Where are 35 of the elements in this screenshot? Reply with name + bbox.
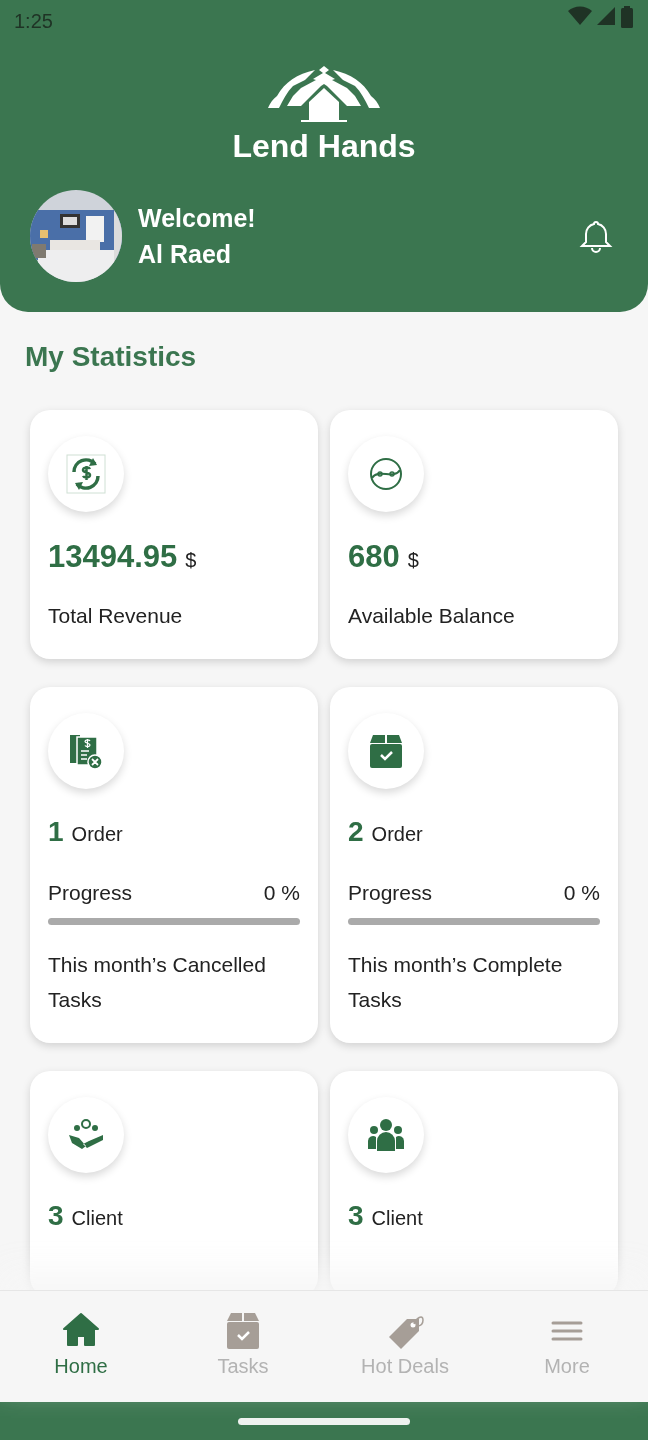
stat-value: 13494.95 — [48, 537, 178, 576]
progress-label: Progress — [48, 880, 133, 907]
unit-text: $ — [185, 547, 197, 573]
signal-icon — [596, 6, 616, 26]
section-title: My Statistics — [25, 340, 198, 374]
unit-text: Order — [371, 822, 423, 848]
progress-label: Progress — [348, 880, 433, 907]
home-indicator[interactable] — [238, 1417, 410, 1425]
stat-label: This month’s Complete Tasks — [348, 952, 564, 1014]
nav-tab[interactable]: Hot Deals — [324, 1291, 486, 1402]
unit-text: Order — [71, 822, 123, 848]
stat-value: 680 — [348, 537, 400, 576]
nav-tab[interactable]: Tasks — [162, 1291, 324, 1402]
nav-tab[interactable]: Home — [0, 1291, 162, 1402]
progress-reading: 0 % — [563, 880, 600, 907]
welcome-text: Welcome! — [138, 203, 257, 234]
wifi-icon — [568, 6, 592, 26]
unit-text: Client — [371, 1206, 423, 1232]
nav-tab[interactable]: More — [486, 1291, 648, 1402]
battery-icon — [620, 6, 634, 28]
notification-icon[interactable] — [578, 218, 614, 254]
user-name: Al Raed — [138, 239, 233, 270]
status-time: 1:25 — [14, 9, 53, 34]
stat-value: 2 — [348, 815, 364, 850]
stat-label: Total Revenue — [48, 603, 184, 630]
unit-text: Client — [71, 1206, 123, 1232]
progress-reading: 0 % — [263, 880, 300, 907]
exchange-icon — [66, 453, 106, 494]
stat-value: 3 — [48, 1199, 64, 1234]
stat-label: Available Balance — [348, 603, 516, 630]
stat-value: 3 — [348, 1199, 364, 1234]
stat-label: This month’s Cancelled Tasks — [48, 952, 267, 1014]
unit-text: $ — [407, 547, 419, 573]
stat-value: 1 — [48, 815, 64, 850]
app-name: Lend Hands — [232, 127, 416, 166]
